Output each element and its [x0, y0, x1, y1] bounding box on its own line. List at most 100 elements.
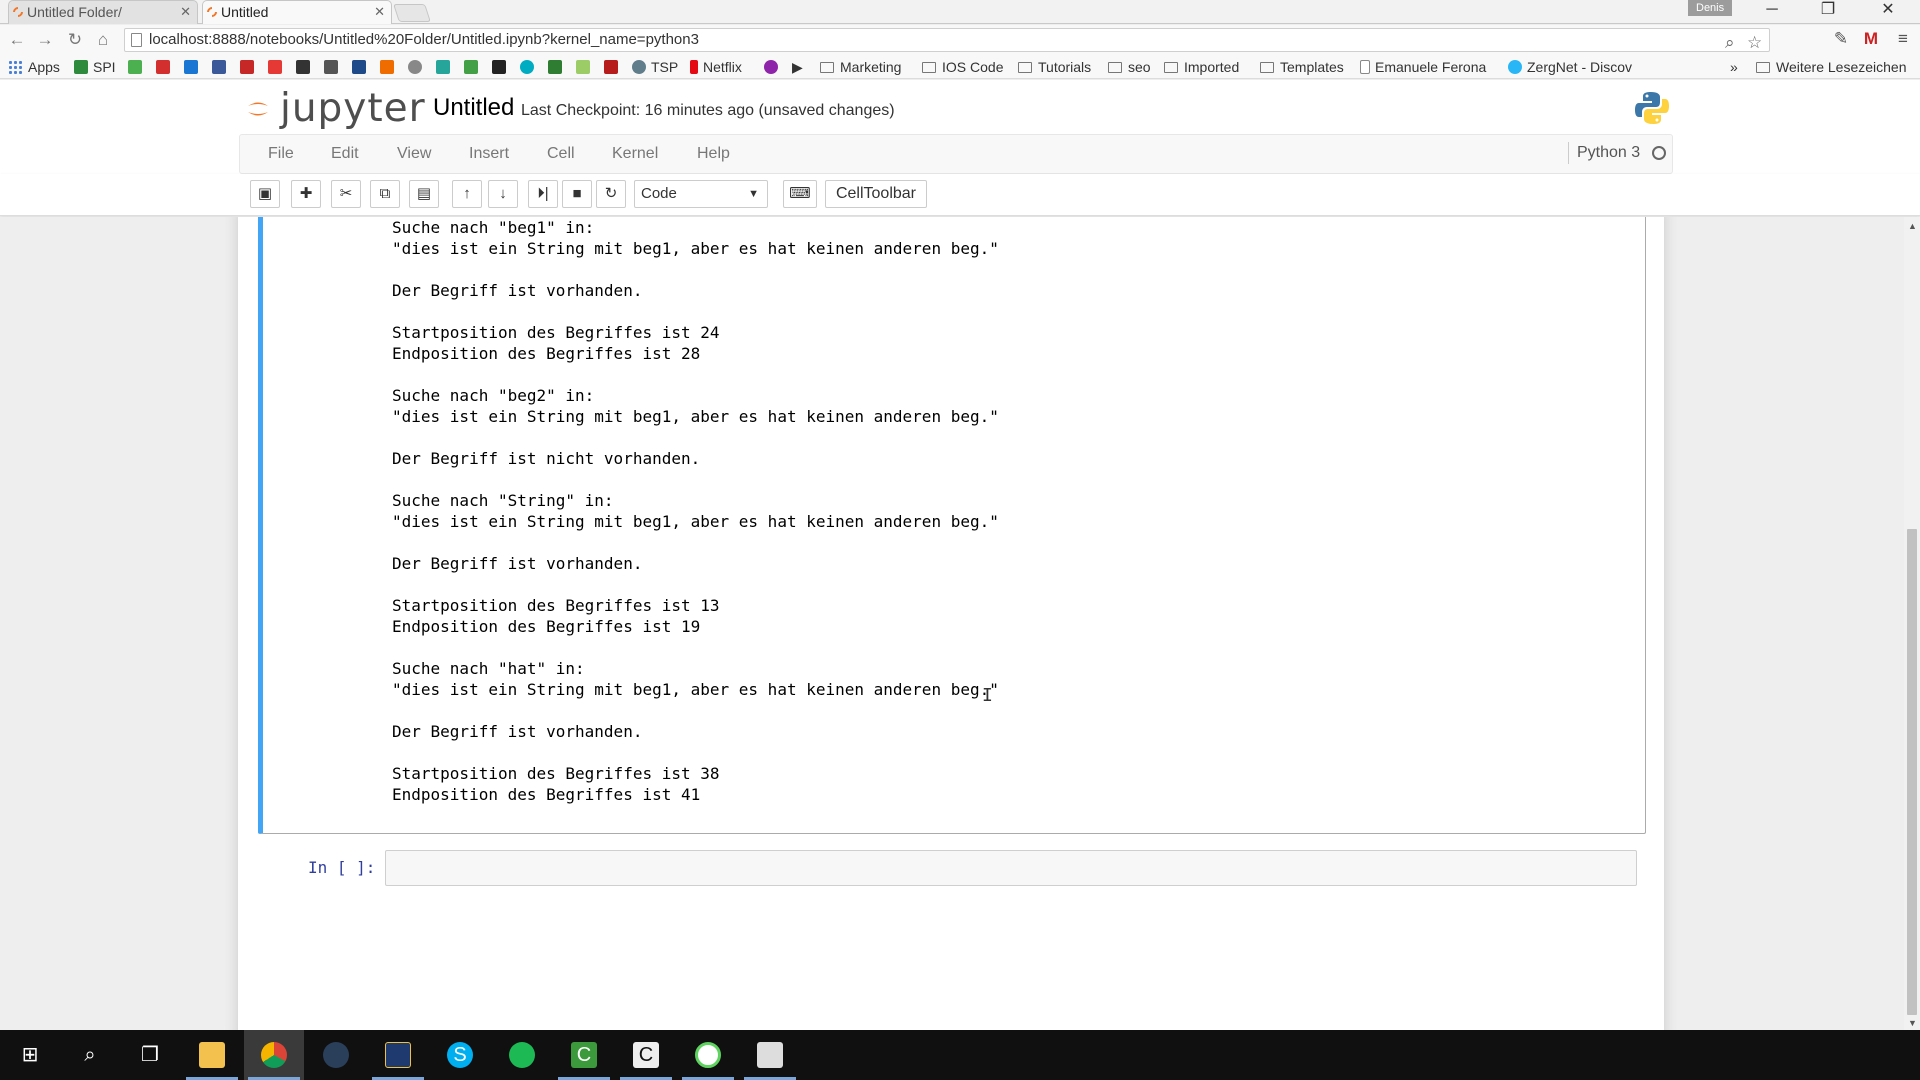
bookmark-grid[interactable] [324, 58, 343, 77]
taskbar-camtasia-white[interactable]: C [616, 1030, 676, 1080]
move-up-button[interactable]: ↑ [452, 180, 482, 208]
menu-kernel[interactable]: Kernel [612, 135, 658, 173]
bookmark-folder-seo[interactable]: seo [1108, 58, 1151, 77]
taskbar-chrome[interactable] [244, 1030, 304, 1080]
jupyter-header: jupyter Untitled Last Checkpoint: 16 min… [0, 80, 1920, 134]
taskbar-file-explorer[interactable] [182, 1030, 242, 1080]
bookmark-tc[interactable] [548, 58, 567, 77]
bookmark-folder-weitere[interactable]: Weitere Lesezeichen [1756, 58, 1906, 77]
profile-badge[interactable]: Denis [1688, 0, 1733, 16]
page-scrollbar[interactable]: ▲ ▼ [1904, 217, 1920, 1030]
forward-icon[interactable]: → [34, 29, 56, 51]
menu-file[interactable]: File [268, 135, 294, 173]
task-view-button[interactable]: ❐ [120, 1030, 180, 1080]
bookmark-star-icon[interactable]: ☆ [1747, 32, 1762, 54]
scroll-up-icon[interactable]: ▲ [1908, 221, 1917, 231]
run-cell-button[interactable]: ⏵| [528, 180, 558, 208]
bookmark-zergnet[interactable]: ZergNet - Discov [1508, 58, 1632, 77]
gmail-extension-icon[interactable]: M [1860, 28, 1882, 50]
address-bar[interactable]: localhost:8888/notebooks/Untitled%20Fold… [124, 28, 1770, 52]
close-window-icon[interactable]: ✕ [1866, 0, 1910, 22]
bookmark-play[interactable]: ▶ [792, 58, 803, 77]
bookmark-apps[interactable]: Apps [8, 58, 60, 77]
bookmark-trello[interactable] [184, 58, 203, 77]
tab-close-icon[interactable]: ✕ [180, 1, 191, 23]
taskbar-app-window[interactable] [740, 1030, 800, 1080]
move-down-button[interactable]: ↓ [488, 180, 518, 208]
bookmark-at[interactable] [408, 58, 427, 77]
scroll-down-icon[interactable]: ▼ [1908, 1018, 1917, 1028]
bookmark-drive[interactable] [464, 58, 483, 77]
bookmark-android[interactable] [576, 58, 595, 77]
save-button[interactable]: ▣ [250, 180, 280, 208]
taskbar-skype[interactable]: S [430, 1030, 490, 1080]
bookmark-k[interactable] [240, 58, 259, 77]
cut-button[interactable]: ✂ [331, 180, 361, 208]
chrome-menu-icon[interactable]: ≡ [1892, 28, 1914, 50]
restore-icon[interactable]: ❐ [1806, 0, 1850, 22]
bookmark-orange[interactable] [380, 58, 399, 77]
bookmark-folder-ios-code[interactable]: IOS Code [922, 58, 1003, 77]
taskbar-camtasia-green[interactable]: C [554, 1030, 614, 1080]
insert-cell-button[interactable]: ✚ [291, 180, 321, 208]
tab-title: Untitled Folder/ [27, 4, 122, 20]
taskbar-steam[interactable] [306, 1030, 366, 1080]
copy-button[interactable]: ⧉ [370, 180, 400, 208]
bookmark-folder-marketing[interactable]: Marketing [820, 58, 901, 77]
taskbar-app-blue[interactable] [368, 1030, 428, 1080]
cell-type-select[interactable]: Code ▼ [634, 180, 768, 208]
bookmark-tsp[interactable]: TSP [632, 58, 678, 77]
home-icon[interactable]: ⌂ [92, 29, 114, 51]
interrupt-button[interactable]: ■ [562, 180, 592, 208]
tab-close-icon[interactable]: ✕ [374, 1, 385, 23]
jupyter-favicon-icon [10, 4, 26, 20]
bookmark-media[interactable] [764, 58, 783, 77]
search-button[interactable]: ⌕ [60, 1030, 120, 1080]
restart-kernel-button[interactable]: ↻ [596, 180, 626, 208]
tc-favicon-icon [548, 60, 562, 74]
start-button[interactable]: ⊞ [0, 1030, 60, 1080]
reload-icon[interactable]: ↻ [64, 29, 86, 51]
menu-edit[interactable]: Edit [331, 135, 359, 173]
code-input[interactable] [385, 850, 1637, 886]
bookmark-netflix[interactable]: Netflix [690, 58, 742, 77]
apps-icon [8, 60, 22, 74]
command-palette-button[interactable]: ⌨ [783, 180, 817, 208]
bookmark-folder-templates[interactable]: Templates [1260, 58, 1344, 77]
bookmark-folder-imported[interactable]: Imported [1164, 58, 1239, 77]
menu-help[interactable]: Help [697, 135, 730, 173]
celltoolbar-button[interactable]: CellToolbar [825, 180, 927, 208]
zoom-icon[interactable]: ⌕ [1725, 32, 1735, 54]
bookmark-spi[interactable]: SPI [74, 58, 116, 77]
empty-code-cell[interactable]: In [ ]: [258, 842, 1646, 890]
step-forward-icon: ⏵| [537, 185, 549, 202]
bookmark-x[interactable] [268, 58, 287, 77]
scrollbar-thumb[interactable] [1907, 529, 1917, 1015]
bookmark-facebook[interactable] [212, 58, 231, 77]
bookmark-green[interactable] [436, 58, 455, 77]
back-icon[interactable]: ← [6, 29, 28, 51]
bookmark-g[interactable] [520, 58, 539, 77]
menu-view[interactable]: View [397, 135, 431, 173]
taskbar-spotify[interactable] [492, 1030, 552, 1080]
bookmark-u[interactable] [128, 58, 147, 77]
output-line: "dies ist ein String mit beg1, aber es h… [392, 407, 999, 426]
bookmark-e[interactable] [492, 58, 511, 77]
notebook-title[interactable]: Untitled [433, 94, 514, 122]
bookmark-red[interactable] [156, 58, 175, 77]
tab-untitled[interactable]: Untitled ✕ [202, 0, 392, 24]
bookmark-emanuele[interactable]: Emanuele Ferona [1360, 58, 1486, 77]
taskbar-app-ring[interactable] [678, 1030, 738, 1080]
minimize-icon[interactable]: ─ [1750, 0, 1794, 22]
new-tab-button[interactable] [393, 4, 431, 22]
tab-untitled-folder[interactable]: Untitled Folder/ ✕ [8, 0, 198, 24]
bookmark-sn[interactable] [604, 58, 623, 77]
bookmarks-overflow[interactable]: » [1730, 58, 1738, 77]
paste-button[interactable]: ▤ [409, 180, 439, 208]
bookmark-folder-tutorials[interactable]: Tutorials [1018, 58, 1091, 77]
extension-pen-icon[interactable]: ✎ [1830, 28, 1852, 50]
bookmark-dark[interactable] [296, 58, 315, 77]
menu-cell[interactable]: Cell [547, 135, 575, 173]
menu-insert[interactable]: Insert [469, 135, 509, 173]
bookmark-blue[interactable] [352, 58, 371, 77]
